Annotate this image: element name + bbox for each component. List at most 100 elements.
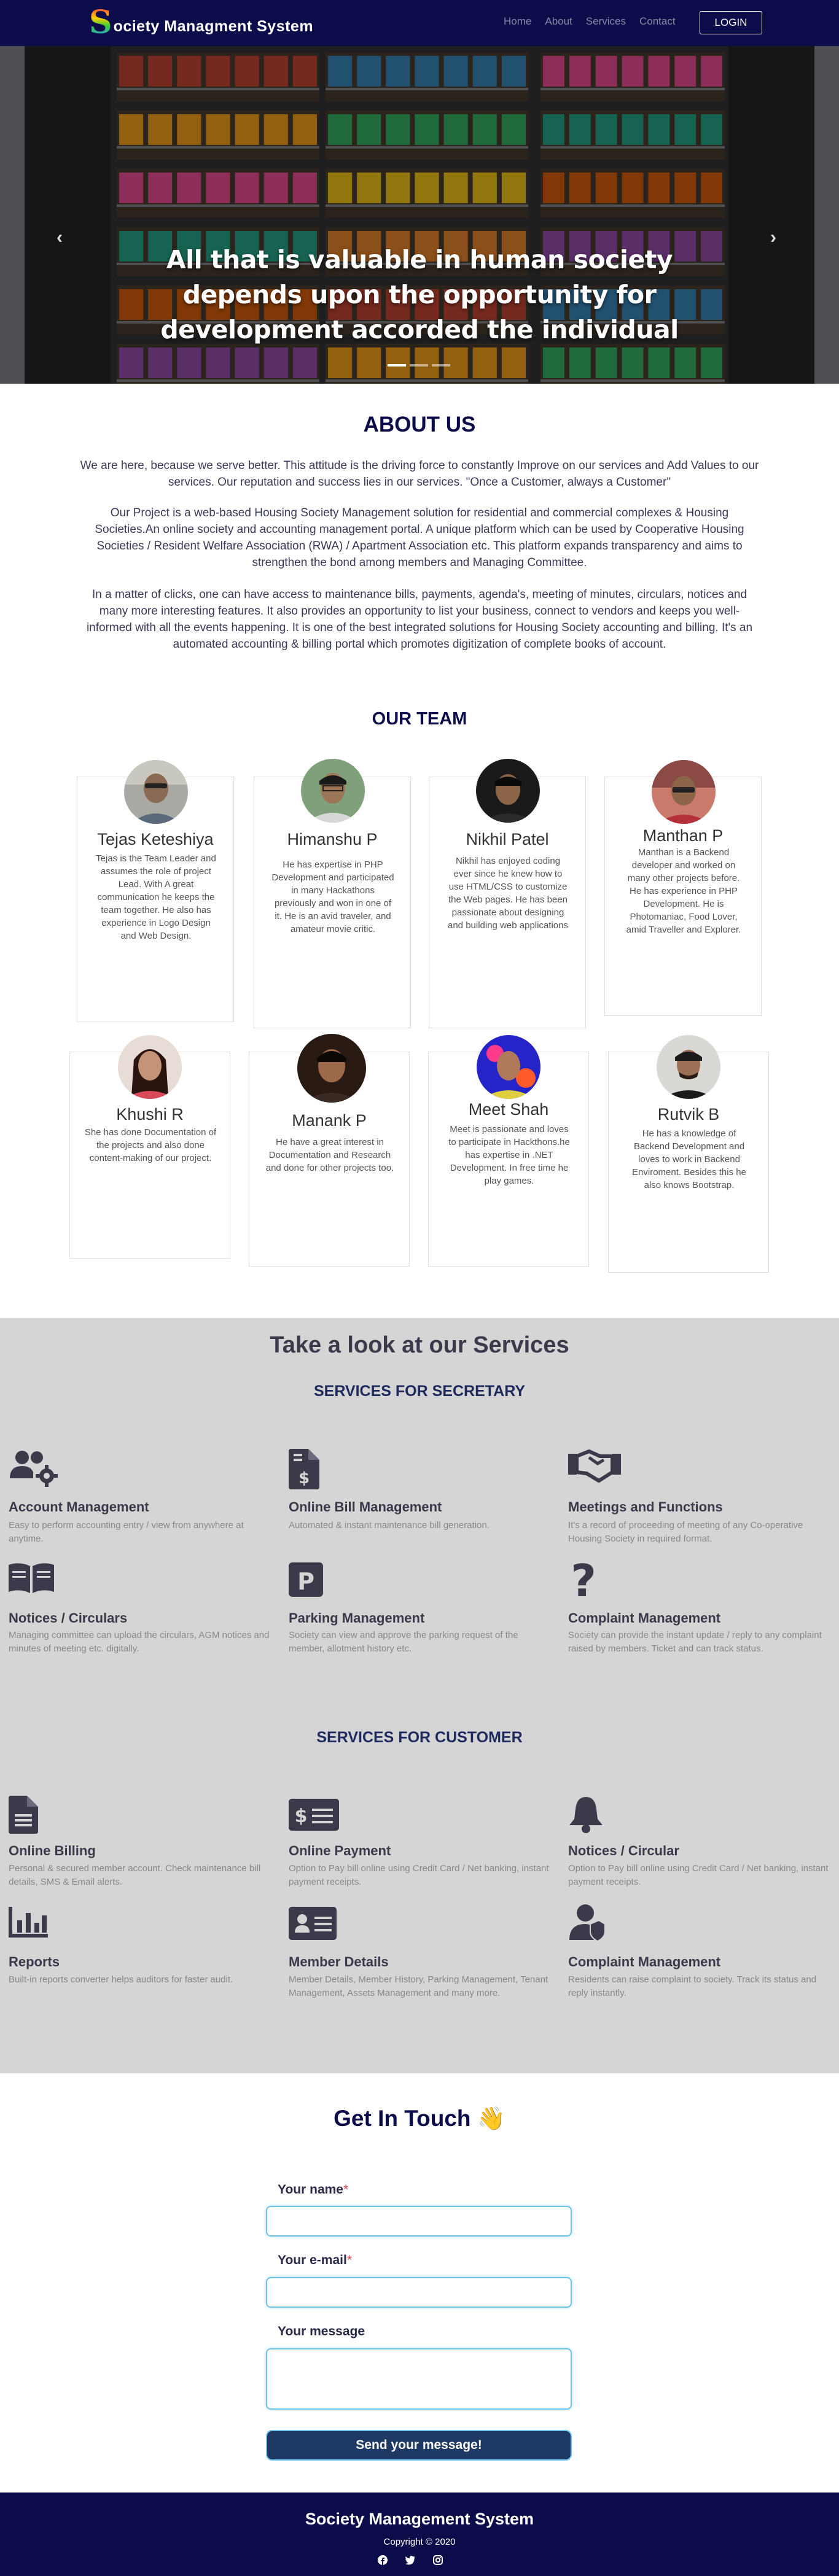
member-name: Himanshu P bbox=[287, 830, 378, 848]
name-input[interactable] bbox=[266, 2206, 572, 2237]
service-desc: Automated & instant maintenance bill gen… bbox=[289, 1520, 490, 1530]
brand-logo-letter: S bbox=[89, 4, 112, 41]
service-title: Account Management bbox=[9, 1499, 149, 1515]
email-label-text: Your e-mail bbox=[278, 2253, 347, 2267]
service-desc: Society can provide the instant update /… bbox=[568, 1630, 822, 1654]
member-name: Tejas Keteshiya bbox=[97, 830, 214, 848]
service-desc: Managing committee can upload the circul… bbox=[9, 1630, 270, 1654]
svg-text:?: ? bbox=[571, 1559, 596, 1600]
avatar bbox=[657, 1035, 720, 1099]
svg-text:$: $ bbox=[299, 1469, 310, 1488]
avatar bbox=[477, 1035, 540, 1099]
member-bio: She has done Documentation of the projec… bbox=[84, 1127, 217, 1163]
required-mark: * bbox=[343, 2182, 349, 2197]
service-desc: Easy to perform accounting entry / view … bbox=[9, 1520, 244, 1544]
nav-link-services[interactable]: Services bbox=[586, 15, 626, 28]
service-title: Complaint Management bbox=[568, 1954, 721, 1969]
team-card: Tejas Keteshiya Tejas is the Team Leader… bbox=[77, 760, 234, 1022]
nav-links: Home About Services Contact bbox=[504, 15, 676, 28]
nav-link-contact[interactable]: Contact bbox=[639, 15, 676, 28]
service-title: Online Payment bbox=[289, 1843, 391, 1858]
user-shield-icon bbox=[569, 1904, 605, 1941]
hero-caption: All that is valuable in human society de… bbox=[160, 245, 679, 344]
service-title: Notices / Circular bbox=[568, 1843, 679, 1858]
question-icon: ? bbox=[571, 1559, 596, 1600]
member-name: Rutvik B bbox=[657, 1105, 720, 1123]
avatar bbox=[301, 759, 365, 823]
member-bio: Meet is passionate and loves to particip… bbox=[448, 1124, 570, 1186]
service-title: Notices / Circulars bbox=[9, 1610, 128, 1626]
member-bio: Tejas is the Team Leader and assumes the… bbox=[96, 853, 216, 941]
service-title: Meetings and Functions bbox=[568, 1499, 723, 1515]
login-button[interactable]: LOGIN bbox=[700, 11, 762, 34]
service-desc: Built-in reports converter helps auditor… bbox=[9, 1974, 233, 1985]
email-label: Your e-mail* bbox=[278, 2253, 352, 2268]
svg-text:$: $ bbox=[295, 1806, 308, 1827]
carousel-prev-icon[interactable]: ‹ bbox=[57, 227, 63, 248]
send-message-button[interactable]: Send your message! bbox=[266, 2430, 572, 2461]
member-bio: Nikhil has enjoyed coding ever since he … bbox=[448, 856, 568, 931]
address-card-icon bbox=[289, 1907, 337, 1940]
book-open-icon bbox=[9, 1563, 54, 1593]
svg-text:P: P bbox=[297, 1568, 314, 1595]
about-paragraph-1: We are here, because we serve better. Th… bbox=[80, 459, 759, 489]
wave-hand-icon: 👋 bbox=[477, 2106, 505, 2131]
instagram-icon[interactable] bbox=[433, 2555, 443, 2565]
member-bio: He has expertise in PHP Development and … bbox=[271, 859, 394, 934]
service-title: Online Billing bbox=[9, 1843, 96, 1858]
secretary-services-title: SERVICES FOR SECRETARY bbox=[313, 1383, 526, 1400]
avatar bbox=[118, 1035, 182, 1099]
avatar bbox=[476, 759, 540, 823]
contact-title-text: Get In Touch bbox=[334, 2106, 471, 2131]
message-label: Your message bbox=[278, 2324, 365, 2338]
about-title: ABOUT US bbox=[363, 413, 476, 436]
invoice-dollar-icon: $ bbox=[289, 1449, 319, 1489]
member-bio: He has a knowledge of Backend Developmen… bbox=[632, 1128, 746, 1190]
service-title: Member Details bbox=[289, 1954, 389, 1969]
chart-bar-icon bbox=[9, 1907, 48, 1938]
member-bio: Manthan is a Backend developer and worke… bbox=[626, 847, 741, 935]
nav-link-home[interactable]: Home bbox=[504, 15, 531, 28]
member-name: Manank P bbox=[292, 1111, 367, 1130]
carousel-indicator-3[interactable] bbox=[432, 364, 450, 367]
file-alt-icon bbox=[9, 1796, 38, 1834]
member-name: Meet Shah bbox=[468, 1100, 549, 1119]
parking-icon: P bbox=[289, 1562, 323, 1597]
team-card: Nikhil Patel Nikhil has enjoyed coding e… bbox=[429, 759, 586, 1028]
service-title: Online Bill Management bbox=[289, 1499, 442, 1515]
carousel-indicator-1[interactable] bbox=[388, 364, 406, 367]
team-card: Rutvik B He has a knowledge of Backend D… bbox=[608, 1035, 769, 1273]
service-desc: Society can view and approve the parking… bbox=[289, 1630, 518, 1654]
money-bill-icon: $ bbox=[289, 1799, 339, 1831]
hero-carousel: ‹ › All that is valuable in human societ… bbox=[0, 46, 839, 384]
brand-name: ociety Managment System bbox=[113, 17, 314, 35]
about-paragraph-2: Our Project is a web-based Housing Socie… bbox=[95, 506, 744, 569]
team-card: Khushi R She has done Documentation of t… bbox=[69, 1035, 230, 1259]
email-input[interactable] bbox=[266, 2277, 572, 2308]
services-title: Take a look at our Services bbox=[270, 1332, 569, 1358]
brand-logo[interactable]: S ociety Managment System bbox=[89, 4, 314, 41]
footer: Society Management System Copyright © 20… bbox=[0, 2493, 839, 2576]
team-card: Himanshu P He has expertise in PHP Devel… bbox=[254, 759, 411, 1028]
member-name: Khushi R bbox=[116, 1105, 184, 1123]
name-label: Your name* bbox=[278, 2182, 348, 2197]
message-textarea[interactable] bbox=[266, 2348, 572, 2410]
service-desc: It's a record of proceeding of meeting o… bbox=[568, 1520, 803, 1544]
carousel-next-icon[interactable]: › bbox=[770, 227, 776, 248]
avatar bbox=[652, 760, 716, 824]
service-desc: Option to Pay bill online using Credit C… bbox=[568, 1863, 829, 1887]
member-bio: He have a great interest in Documentatio… bbox=[265, 1137, 394, 1173]
carousel-indicators bbox=[388, 364, 450, 367]
avatar bbox=[297, 1034, 366, 1103]
about-paragraph-3: In a matter of clicks, one can have acce… bbox=[86, 588, 753, 651]
facebook-icon[interactable] bbox=[378, 2555, 388, 2565]
users-cog-icon bbox=[10, 1451, 58, 1487]
twitter-icon[interactable] bbox=[405, 2555, 416, 2565]
carousel-indicator-2[interactable] bbox=[410, 364, 428, 367]
handshake-icon bbox=[568, 1449, 621, 1483]
avatar bbox=[124, 760, 188, 824]
nav-link-about[interactable]: About bbox=[545, 15, 572, 28]
member-name: Manthan P bbox=[642, 826, 724, 845]
service-title: Parking Management bbox=[289, 1610, 425, 1626]
team-card: Manank P He have a great interest in Doc… bbox=[249, 1034, 410, 1267]
